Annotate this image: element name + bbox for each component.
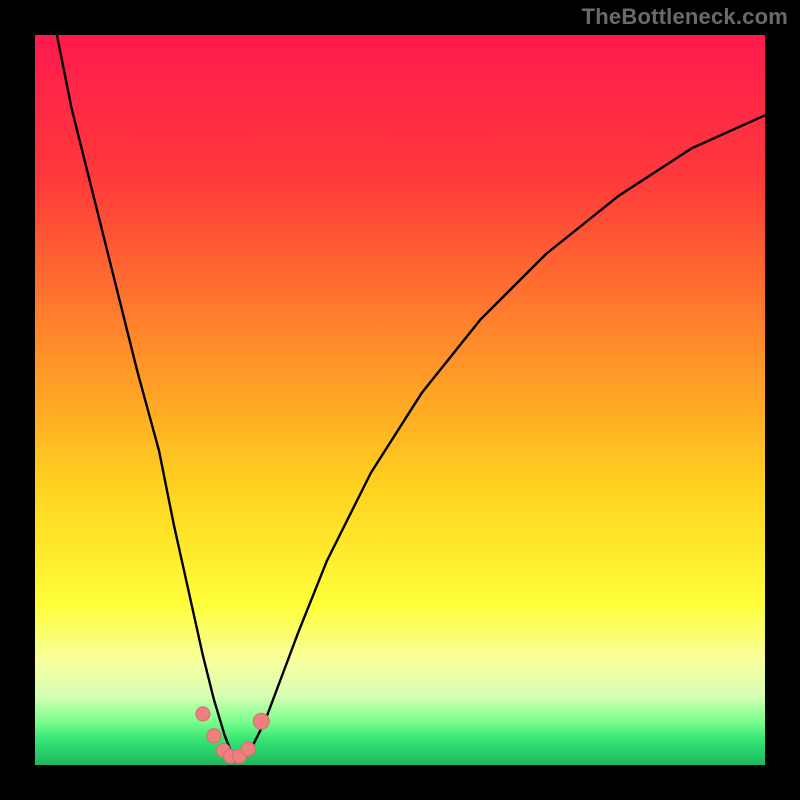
watermark-label: TheBottleneck.com bbox=[582, 4, 788, 30]
curve-marker bbox=[241, 742, 255, 756]
curve-marker bbox=[207, 729, 221, 743]
curve-marker bbox=[253, 713, 269, 729]
curve-marker bbox=[196, 707, 210, 721]
chart-container: TheBottleneck.com bbox=[0, 0, 800, 800]
bottleneck-curve-chart bbox=[0, 0, 800, 800]
